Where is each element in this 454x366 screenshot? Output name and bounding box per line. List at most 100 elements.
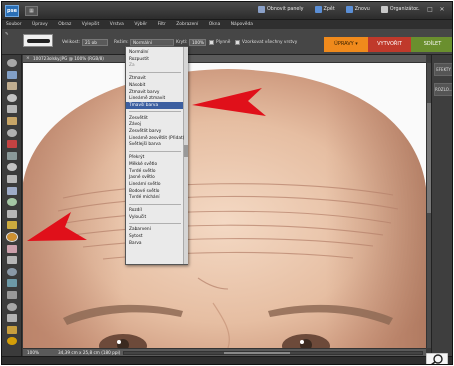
horizontal-scroll-thumb[interactable]	[224, 352, 290, 354]
blend-mode-item[interactable]: Světlejší barva	[126, 141, 183, 148]
mode-select[interactable]: Normální	[130, 39, 174, 46]
size-field[interactable]: 21 ob	[82, 39, 108, 46]
type-tool-icon[interactable]	[7, 163, 17, 172]
top-action-label: Obnovit panely	[267, 7, 304, 12]
shape-tool-icon[interactable]	[7, 279, 17, 288]
sample-all-label: Vzorkovat všechny vrstvy	[242, 40, 298, 45]
app-logo: pse	[5, 5, 19, 17]
blend-mode-item[interactable]: Barva	[126, 240, 183, 247]
red-eye-tool-icon[interactable]	[7, 140, 17, 149]
size-label: Velikost:	[62, 40, 80, 45]
hand-tool-icon[interactable]	[7, 82, 17, 91]
marquee-tool-icon[interactable]	[7, 105, 17, 114]
lasso-tool-icon[interactable]	[7, 117, 17, 125]
recompose-tool-icon[interactable]	[7, 186, 17, 195]
straighten-tool-icon[interactable]	[7, 209, 17, 218]
top-action-1[interactable]: Zpět	[314, 6, 335, 13]
airbrush-checkbox[interactable]	[209, 40, 214, 45]
gradient-tool-icon[interactable]	[7, 267, 17, 276]
top-action-3[interactable]: Organizátor	[380, 6, 418, 13]
dropdown-scrollbar[interactable]	[183, 47, 188, 264]
magnifier-icon[interactable]	[426, 353, 448, 365]
blend-mode-dropdown[interactable]: Normální Rozpustit Za Ztmavit Násobit Ztmavit…	[125, 46, 188, 265]
zoom-level[interactable]: 100%	[27, 350, 39, 355]
paint-bucket-tool-icon[interactable]	[7, 256, 17, 265]
top-action-2[interactable]: Znovu	[345, 6, 370, 13]
menu-item[interactable]: Okna	[209, 22, 220, 27]
blend-mode-item[interactable]: Vyloučit	[126, 214, 183, 221]
menu-item[interactable]: Vrstva	[110, 22, 124, 27]
panel-reset-icon	[258, 6, 265, 13]
dropdown-separator	[129, 71, 181, 73]
color-swatch-icon[interactable]	[7, 337, 17, 346]
top-action-label: Zpět	[323, 7, 335, 12]
effects-panel-button[interactable]: EFEKTY	[434, 63, 452, 76]
menu-item[interactable]: Výběr	[134, 22, 147, 27]
menu-item[interactable]: Filtr	[158, 22, 166, 27]
document-dimensions: 34,39 cm x 25,8 cm (180 ppi)	[58, 350, 121, 355]
crop-tool-icon[interactable]	[7, 175, 17, 183]
layout-panel-button[interactable]: ROZLO...	[434, 83, 452, 96]
tab-edit[interactable]: ÚPRAVY ▾	[324, 37, 368, 52]
minimize-icon[interactable]: –	[415, 6, 421, 13]
brush-tool-icon[interactable]	[6, 232, 18, 242]
menu-item[interactable]: Soubor	[6, 22, 22, 27]
spot-healing-tool-icon[interactable]	[7, 151, 17, 160]
arrow-pointer-icon	[192, 88, 266, 116]
horizontal-scrollbar[interactable]	[123, 351, 423, 355]
sample-all-checkbox[interactable]	[235, 40, 240, 45]
menu-item[interactable]: Zobrazení	[176, 22, 198, 27]
brush-preview[interactable]	[23, 34, 53, 47]
bottom-bar	[2, 353, 452, 365]
undo-icon	[314, 6, 322, 13]
top-action-0[interactable]: Obnovit panely	[258, 6, 304, 13]
tool-palette	[2, 55, 22, 364]
menu-bar: Soubor Úpravy Obraz Vylepšit Vrstva Výběr Filt…	[2, 20, 452, 29]
arrow-pointer-icon	[27, 212, 87, 241]
menu-item[interactable]: Obraz	[58, 22, 71, 27]
menu-item[interactable]: Vylepšit	[82, 22, 99, 27]
dropdown-separator	[129, 203, 181, 205]
eraser-tool-icon[interactable]	[7, 244, 17, 253]
opacity-label: Krytí:	[176, 40, 188, 45]
redo-icon	[345, 6, 353, 13]
menu-item[interactable]: Úpravy	[32, 22, 48, 27]
tab-create[interactable]: VYTVOŘIT	[368, 37, 411, 52]
brush-tool-icon[interactable]: ✎	[5, 32, 9, 37]
options-bar: ✎ Velikost: 21 ob Režim: Normální Krytí:…	[2, 29, 452, 55]
blur-tool-icon[interactable]	[7, 291, 17, 299]
airbrush-label: Plynně	[216, 40, 231, 45]
pencil-tool-icon[interactable]	[7, 221, 17, 230]
eyedropper-tool-icon[interactable]	[7, 93, 17, 102]
app-window: pse ▦ Obnovit panely Zpět Znovu Organizátor…	[1, 1, 453, 365]
title-bar: pse ▦ Obnovit panely Zpět Znovu Organizátor…	[2, 2, 452, 20]
mode-label: Režim:	[114, 40, 129, 45]
top-actions: Obnovit panely Zpět Znovu Organizátor	[258, 6, 418, 13]
zoom-tool-icon[interactable]	[7, 70, 17, 79]
tab-share[interactable]: SDÍLET	[411, 37, 452, 52]
cookie-cutter-tool-icon[interactable]	[7, 198, 17, 207]
sponge-tool-icon[interactable]	[7, 302, 17, 311]
blend-mode-item[interactable]: Tvrdé míchání	[126, 194, 183, 201]
document-tab-label: 100723olsky.JPG @ 100% (RGB/8)	[33, 56, 104, 61]
blend-mode-item[interactable]: Za	[126, 62, 183, 69]
close-icon[interactable]: ×	[26, 56, 30, 61]
close-icon[interactable]: ✕	[439, 6, 445, 13]
workspace-mode-button[interactable]: ▦	[25, 6, 38, 16]
tab-edit-label: ÚPRAVY	[334, 41, 354, 47]
menu-item[interactable]: Nápověda	[231, 22, 253, 27]
top-action-label: Znovu	[354, 7, 370, 12]
opacity-field[interactable]: 100%	[189, 39, 206, 46]
clone-stamp-tool-icon[interactable]	[7, 314, 17, 323]
dropdown-scroll-thumb[interactable]	[184, 145, 188, 157]
move-tool-icon[interactable]	[7, 59, 17, 67]
smart-brush-tool-icon[interactable]	[7, 325, 17, 334]
dropdown-separator	[129, 150, 181, 152]
maximize-icon[interactable]: □	[427, 6, 433, 13]
quick-selection-tool-icon[interactable]	[7, 128, 17, 137]
dropdown-separator	[129, 222, 181, 224]
organizer-icon	[380, 6, 388, 13]
document-tab[interactable]: × 100723olsky.JPG @ 100% (RGB/8)	[23, 55, 426, 63]
blend-mode-item[interactable]: Tmavší barva	[126, 101, 183, 109]
status-bar: 100% 34,39 cm x 25,8 cm (180 ppi)	[23, 348, 426, 356]
